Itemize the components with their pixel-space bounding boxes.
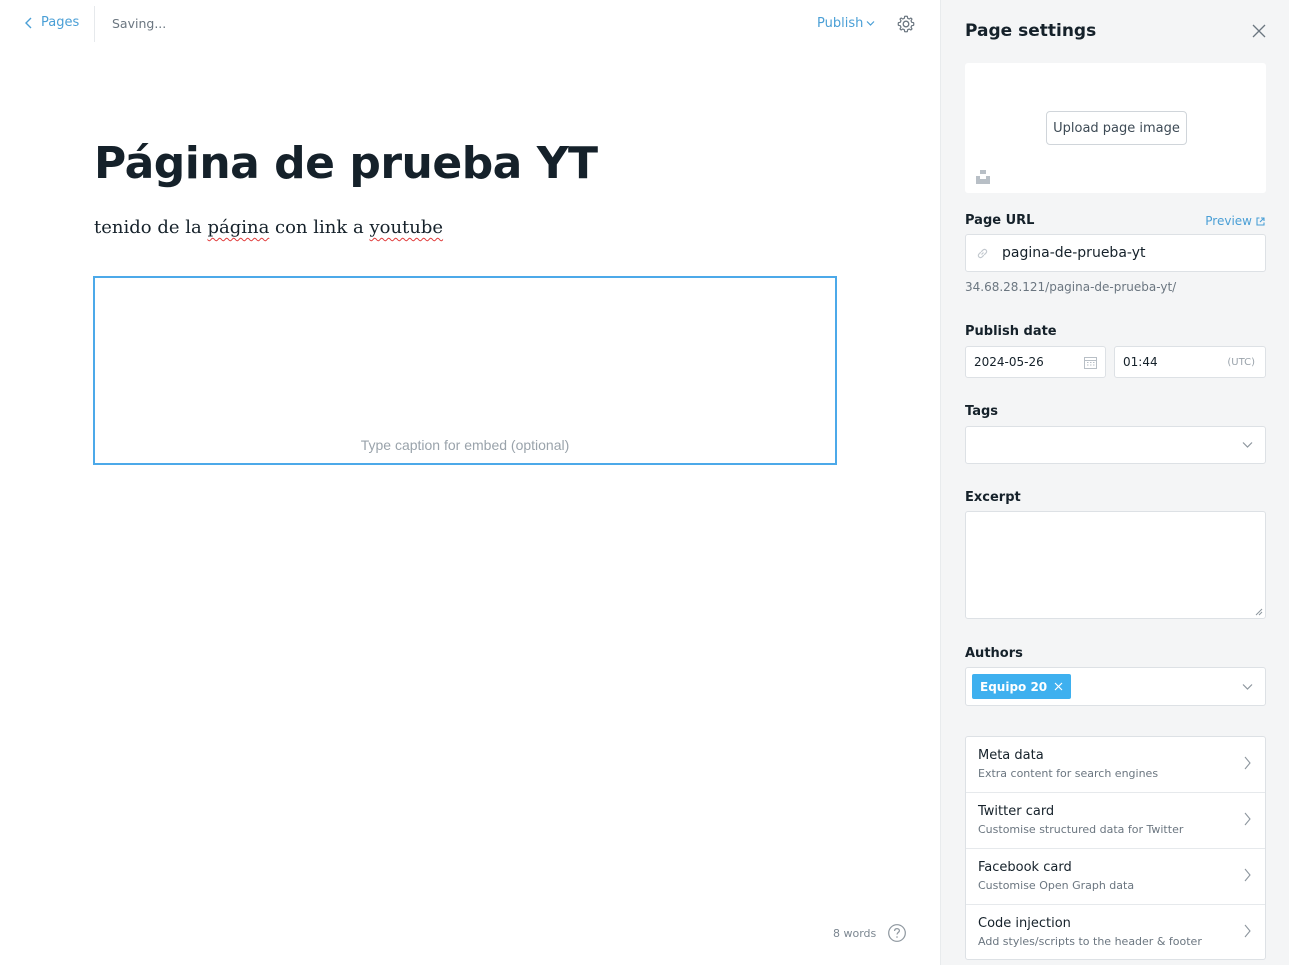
panel-title: Page settings: [965, 21, 1097, 41]
editor-pane: Pages Saving... Publish Página de prueba…: [0, 0, 940, 965]
divider: [94, 6, 95, 42]
menu-item-subtitle: Customise structured data for Twitter: [978, 823, 1184, 836]
publish-label: Publish: [817, 16, 864, 31]
page-title[interactable]: Página de prueba YT: [94, 138, 598, 189]
misspelled-word: página: [207, 217, 270, 238]
embed-caption-input[interactable]: Type caption for embed (optional): [95, 437, 835, 453]
author-token[interactable]: Equipo 20: [972, 674, 1072, 699]
publish-date-value: 2024-05-26: [974, 355, 1044, 369]
page-image-dropzone: Upload page image: [965, 63, 1266, 193]
chevron-down-icon: [866, 21, 875, 26]
publish-time-value: 01:44: [1123, 355, 1158, 369]
menu-item-subtitle: Add styles/scripts to the header & foote…: [978, 935, 1202, 948]
save-status: Saving...: [112, 16, 167, 31]
preview-link[interactable]: Preview: [1205, 214, 1265, 228]
menu-item-title: Meta data: [978, 748, 1044, 763]
help-icon[interactable]: [887, 923, 907, 943]
word-count: 8 words: [833, 927, 877, 940]
calendar-icon[interactable]: [1084, 356, 1097, 369]
body-paragraph[interactable]: tenido de la página con link a youtube: [94, 217, 443, 238]
back-to-pages-link[interactable]: Pages: [24, 15, 79, 30]
remove-author-icon[interactable]: [1054, 682, 1063, 691]
chevron-right-icon: [1244, 812, 1251, 826]
external-link-icon: [1256, 216, 1265, 226]
chevron-right-icon: [1244, 756, 1251, 770]
preview-label: Preview: [1205, 214, 1252, 228]
tags-label: Tags: [965, 404, 999, 419]
page-url-input[interactable]: pagina-de-prueba-yt: [965, 234, 1266, 272]
authors-label: Authors: [965, 646, 1023, 661]
tags-select[interactable]: [965, 426, 1266, 464]
menu-item-title: Code injection: [978, 916, 1071, 931]
publish-time-input[interactable]: 01:44 (UTC): [1114, 346, 1266, 378]
link-icon: [977, 248, 988, 259]
menu-item-facebook-card[interactable]: Facebook card Customise Open Graph data: [966, 849, 1265, 905]
menu-item-meta-data[interactable]: Meta data Extra content for search engin…: [966, 737, 1265, 793]
chevron-down-icon: [1242, 442, 1253, 448]
page-url-value: pagina-de-prueba-yt: [1002, 245, 1146, 261]
body-text-part: con link a: [269, 217, 370, 238]
menu-item-title: Twitter card: [978, 804, 1055, 819]
page-settings-panel: Page settings Upload page image Page URL…: [940, 0, 1289, 965]
excerpt-label: Excerpt: [965, 490, 1021, 505]
settings-gear-icon[interactable]: [896, 14, 916, 34]
author-name: Equipo 20: [980, 679, 1048, 694]
menu-item-subtitle: Extra content for search engines: [978, 767, 1159, 780]
upload-page-image-button[interactable]: Upload page image: [1046, 111, 1187, 145]
excerpt-textarea[interactable]: [965, 511, 1266, 619]
chevron-down-icon: [1242, 684, 1253, 690]
timezone-label: (UTC): [1227, 357, 1255, 368]
chevron-right-icon: [1244, 868, 1251, 882]
menu-item-twitter-card[interactable]: Twitter card Customise structured data f…: [966, 793, 1265, 849]
chevron-left-icon: [25, 17, 32, 28]
settings-submenu-list: Meta data Extra content for search engin…: [965, 736, 1266, 960]
close-icon[interactable]: [1252, 24, 1266, 38]
body-text-part: tenido de la: [94, 217, 208, 238]
menu-item-subtitle: Customise Open Graph data: [978, 879, 1135, 892]
menu-item-title: Facebook card: [978, 860, 1072, 875]
embed-card[interactable]: Type caption for embed (optional): [93, 276, 837, 465]
publish-date-label: Publish date: [965, 324, 1057, 339]
resize-handle-icon[interactable]: [1255, 608, 1263, 616]
page-url-label: Page URL: [965, 213, 1035, 228]
back-label: Pages: [41, 15, 80, 30]
editor-topbar: Pages Saving... Publish: [0, 0, 940, 50]
authors-select[interactable]: Equipo 20: [965, 667, 1266, 706]
unsplash-icon[interactable]: [976, 170, 990, 184]
chevron-right-icon: [1244, 924, 1251, 938]
page-url-hint: 34.68.28.121/pagina-de-prueba-yt/: [965, 280, 1177, 294]
menu-item-code-injection[interactable]: Code injection Add styles/scripts to the…: [966, 905, 1265, 961]
misspelled-word: youtube: [369, 217, 444, 238]
publish-menu-button[interactable]: Publish: [817, 16, 875, 31]
publish-date-input[interactable]: 2024-05-26: [965, 346, 1106, 378]
